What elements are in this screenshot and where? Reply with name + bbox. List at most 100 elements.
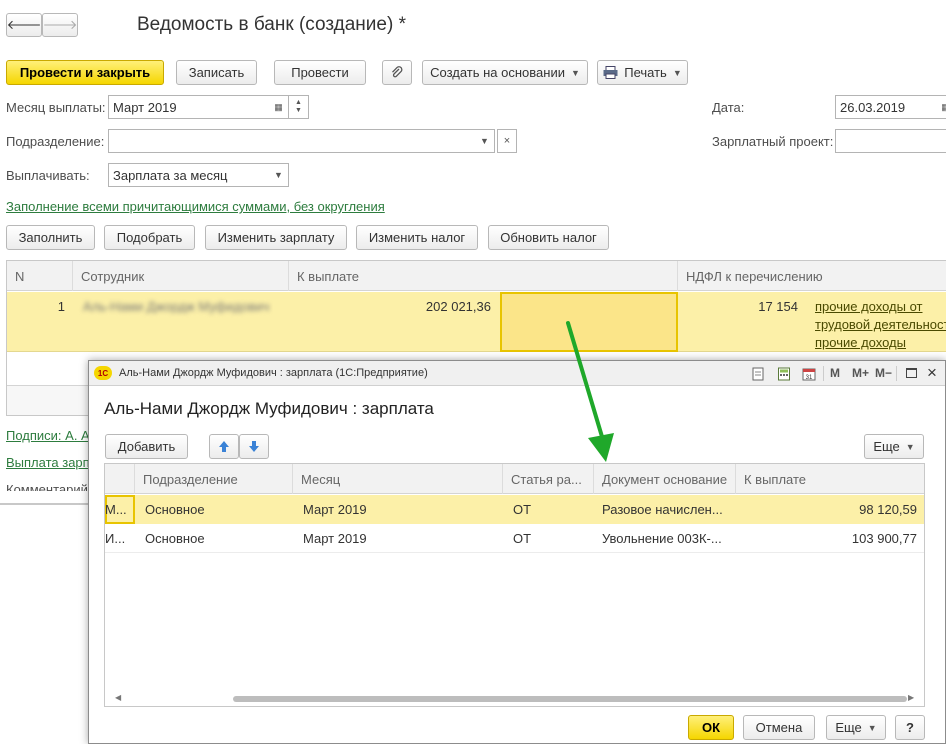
pay-select[interactable]: Зарплата за месяц (108, 163, 270, 187)
fill-button[interactable]: Заполнить (6, 225, 95, 250)
selected-cell[interactable] (500, 292, 678, 352)
chevron-down-icon[interactable]: ▼ (269, 163, 289, 187)
dialog-header: Аль-Нами Джордж Муфидович : зарплата (104, 399, 434, 418)
signatures-link[interactable]: Подписи: А. А (6, 428, 90, 443)
row-employee: Аль-Нами Джордж Муфидович (83, 298, 270, 314)
row-n: 1 (57, 298, 65, 314)
forward-button[interactable]: 🡒 (42, 13, 78, 37)
col-header-employee[interactable]: Сотрудник (73, 261, 289, 291)
chevron-down-icon: ▼ (867, 722, 877, 733)
fill-mode-link[interactable]: Заполнение всеми причитающимися суммами,… (6, 199, 385, 214)
row-to-pay: 202 021,36 (425, 298, 491, 314)
col-header-amount[interactable]: К выплате (736, 464, 924, 494)
help-button[interactable]: ? (895, 715, 925, 740)
create-based-label: Создать на основании (430, 65, 565, 80)
more-button[interactable]: Еще ▼ (864, 434, 924, 459)
row-doc: Увольнение 003К-... (602, 531, 722, 546)
calendar-icon[interactable]: ▦ (269, 95, 289, 119)
arrow-down-icon (249, 441, 259, 452)
app-logo: 1С (94, 366, 112, 380)
table-row[interactable]: М... Основное Март 2019 ОТ Разовое начис… (105, 495, 924, 524)
month-label: Месяц выплаты: (6, 100, 106, 115)
move-up-button[interactable] (209, 434, 239, 459)
chevron-down-icon[interactable]: ▼ (475, 129, 495, 153)
chevron-down-icon: ▼ (905, 441, 915, 452)
dialog-titlebar: 1С Аль-Нами Джордж Муфидович : зарплата … (89, 361, 945, 386)
ok-button[interactable]: ОК (688, 715, 734, 740)
maximize-icon[interactable] (906, 368, 917, 378)
add-button[interactable]: Добавить (105, 434, 188, 459)
save-button[interactable]: Записать (176, 60, 257, 85)
memory-m-button[interactable]: M (830, 366, 840, 380)
dialog-window-title: Аль-Нами Джордж Муфидович : зарплата (1С… (119, 367, 428, 379)
col-header-n[interactable]: N (7, 261, 73, 291)
calendar-icon[interactable]: 31 (802, 367, 816, 381)
close-icon[interactable]: × (927, 363, 937, 383)
table-row[interactable]: И... Основное Март 2019 ОТ Увольнение 00… (105, 524, 924, 553)
svg-text:31: 31 (806, 375, 813, 381)
row-article: ОТ (513, 531, 532, 546)
month-stepper[interactable]: ▲ ▼ (289, 95, 309, 119)
print-button[interactable]: Печать ▼ (597, 60, 688, 85)
row-amount: 103 900,77 (851, 531, 917, 546)
scrollbar-thumb[interactable] (233, 696, 907, 702)
calculator-icon[interactable] (777, 367, 791, 381)
row-article: ОТ (513, 502, 532, 517)
select-button[interactable]: Подобрать (104, 225, 195, 250)
col-header-to-pay[interactable]: К выплате (289, 261, 678, 291)
scroll-right-icon[interactable]: ▶ (908, 693, 914, 702)
cancel-button[interactable]: Отмена (743, 715, 815, 740)
dialog-more-label: Еще (835, 720, 862, 735)
post-close-button[interactable]: Провести и закрыть (6, 60, 164, 85)
ndfl-link-2[interactable]: трудовой деятельности (815, 317, 946, 332)
col-header-ndfl[interactable]: НДФЛ к перечислению (678, 261, 946, 291)
col-header-first[interactable] (105, 464, 135, 494)
pay-label: Выплачивать: (6, 168, 90, 183)
division-input[interactable] (108, 129, 476, 153)
print-label: Печать (624, 65, 667, 80)
row-ndfl: 17 154 (758, 298, 798, 314)
division-label: Подразделение: (6, 134, 105, 149)
paperclip-icon (392, 65, 403, 77)
create-based-button[interactable]: Создать на основании ▼ (422, 60, 588, 85)
chevron-down-icon: ▼ (570, 67, 580, 78)
back-button[interactable]: 🡐 (6, 13, 42, 37)
salary-project-input[interactable] (835, 129, 946, 153)
clear-icon[interactable]: × (497, 129, 517, 153)
salary-dialog: 1С Аль-Нами Джордж Муфидович : зарплата … (88, 360, 946, 744)
post-button[interactable]: Провести (274, 60, 366, 85)
change-salary-button[interactable]: Изменить зарплату (205, 225, 347, 250)
col-header-doc[interactable]: Документ основание (594, 464, 736, 494)
row-amount: 98 120,59 (859, 502, 917, 517)
calendar-icon[interactable]: ▦ (936, 95, 946, 119)
col-header-article[interactable]: Статья ра... (503, 464, 594, 494)
dialog-table: Подразделение Месяц Статья ра... Докумен… (104, 463, 925, 707)
update-tax-button[interactable]: Обновить налог (488, 225, 609, 250)
dialog-more-button[interactable]: Еще ▼ (826, 715, 886, 740)
attach-button[interactable] (382, 60, 412, 85)
print-preview-icon[interactable] (751, 367, 765, 381)
change-tax-button[interactable]: Изменить налог (356, 225, 478, 250)
scroll-left-icon[interactable]: ◀ (115, 693, 121, 702)
ndfl-link-1[interactable]: прочие доходы от (815, 299, 923, 314)
horizontal-scrollbar[interactable]: ◀ ▶ (105, 692, 924, 706)
move-down-button[interactable] (239, 434, 269, 459)
month-input[interactable]: Март 2019 (108, 95, 270, 119)
row-month: Март 2019 (303, 531, 367, 546)
row-first: М... (105, 502, 127, 517)
arrow-up-icon (219, 441, 229, 452)
table-row[interactable]: 1 Аль-Нами Джордж Муфидович 202 021,36 1… (7, 292, 946, 352)
date-label: Дата: (712, 100, 745, 115)
ndfl-link-3[interactable]: прочие доходы (815, 335, 906, 350)
date-input[interactable]: 26.03.2019 (835, 95, 937, 119)
more-label: Еще (873, 439, 900, 454)
comment-label: Комментарий: (6, 482, 92, 491)
row-doc: Разовое начислен... (602, 502, 723, 517)
payout-link[interactable]: Выплата зарп (6, 455, 90, 470)
salary-project-label: Зарплатный проект: (712, 134, 834, 149)
memory-minus-button[interactable]: M− (875, 366, 892, 380)
col-header-division[interactable]: Подразделение (135, 464, 293, 494)
row-first: И... (105, 531, 126, 546)
col-header-month[interactable]: Месяц (293, 464, 503, 494)
memory-plus-button[interactable]: M+ (852, 366, 869, 380)
